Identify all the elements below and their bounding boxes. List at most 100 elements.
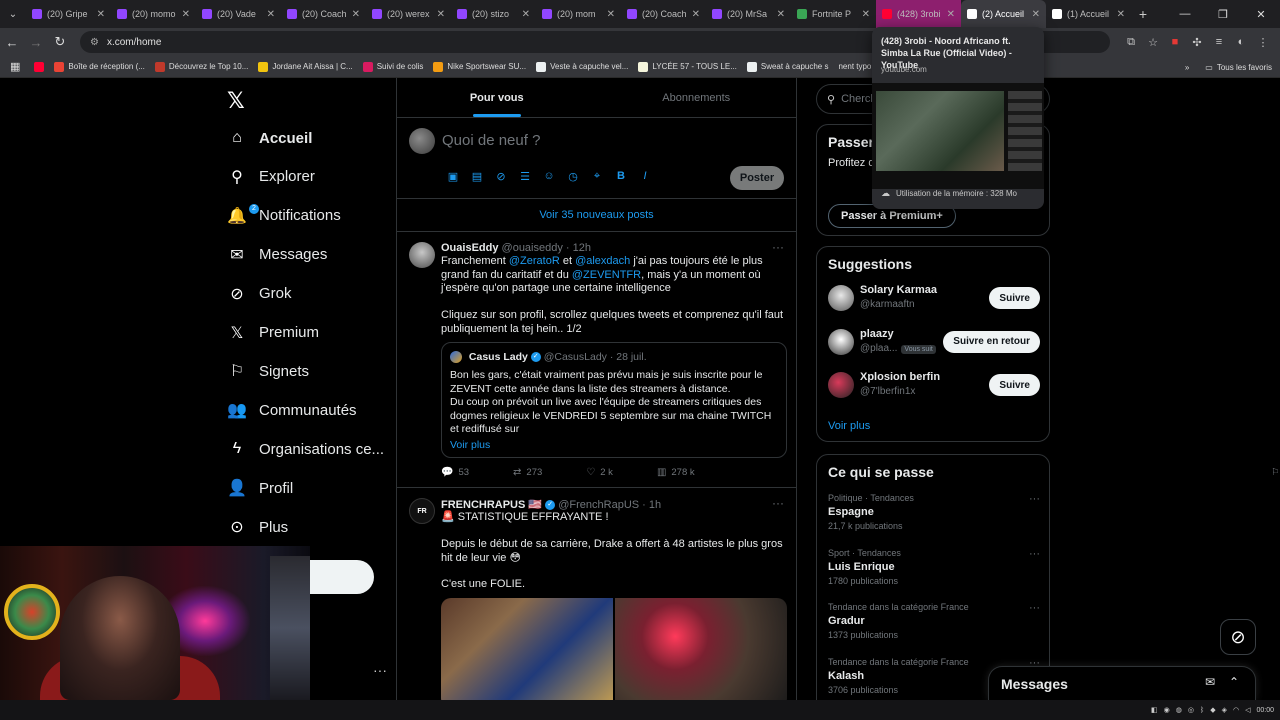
suggestion-avatar[interactable] bbox=[828, 372, 854, 398]
suggestion-avatar[interactable] bbox=[828, 328, 854, 355]
gif-icon[interactable]: ▤ bbox=[465, 170, 489, 183]
media-image-1[interactable] bbox=[441, 598, 615, 700]
views-button[interactable]: ▥ 278 k bbox=[657, 467, 695, 478]
suggestion-item[interactable]: plaazy @plaa... Vous suit Suivre en retour bbox=[828, 325, 1040, 361]
media-control-icon[interactable]: ≡ bbox=[1208, 36, 1230, 48]
close-window-icon[interactable]: ✕ bbox=[1242, 8, 1280, 21]
tweet-author-handle[interactable]: @FrenchRapUS bbox=[558, 499, 639, 511]
apps-grid-icon[interactable]: ▦ bbox=[10, 60, 20, 73]
x-logo-icon[interactable]: 𝕏 bbox=[227, 88, 245, 114]
composer-input[interactable]: Quoi de neuf ? bbox=[442, 132, 540, 149]
nav-item-home[interactable]: ⌂ Accueil bbox=[227, 123, 312, 153]
bookmark-item[interactable]: Découvrez le Top 10... bbox=[154, 61, 248, 72]
bookmark-item[interactable]: Nike Sportswear SU... bbox=[433, 61, 526, 72]
bookmark-item[interactable]: Sweat à capuche s bbox=[746, 61, 828, 72]
suggestion-item[interactable]: Xplosion berfin @7'lberfin1x Suivre bbox=[828, 368, 1040, 404]
trend-name[interactable]: Gradur bbox=[828, 615, 1040, 627]
tab-close-icon[interactable]: ✕ bbox=[352, 9, 360, 20]
nav-item-search[interactable]: ⚲ Explorer bbox=[227, 162, 315, 192]
forward-icon[interactable]: → bbox=[24, 35, 48, 50]
grok-compose-icon[interactable]: ⊘ bbox=[489, 170, 513, 183]
browser-tab[interactable]: (20) werex ✕ bbox=[366, 0, 451, 28]
tab-close-icon[interactable]: ✕ bbox=[692, 9, 700, 20]
minimize-icon[interactable]: — bbox=[1166, 8, 1204, 20]
taskbar-clock[interactable]: 00:00 bbox=[1256, 707, 1274, 714]
mention-link[interactable]: @ZeratoR bbox=[509, 255, 560, 267]
tab-search-icon[interactable]: ⌄ bbox=[0, 0, 26, 28]
bluetooth-icon[interactable]: ᛒ bbox=[1200, 707, 1204, 714]
suggestion-item[interactable]: Solary Karmaa @karmaaftn Suivre bbox=[828, 281, 1040, 317]
nav-item-envelope[interactable]: ✉ Messages bbox=[227, 240, 327, 270]
trend-more-icon[interactable]: ··· bbox=[1029, 548, 1040, 560]
follow-button[interactable]: Suivre en retour bbox=[943, 330, 1040, 353]
profile-avatar-icon[interactable]: ◐ bbox=[1230, 36, 1252, 48]
show-new-posts[interactable]: Voir 35 nouveaux posts bbox=[397, 198, 796, 232]
tweet-media[interactable] bbox=[441, 598, 787, 700]
poll-icon[interactable]: ☰ bbox=[513, 170, 537, 183]
tweet-card[interactable]: FR FRENCHRAPUS 🇺🇸 ✓ @FrenchRapUS · 1h ··… bbox=[397, 488, 796, 700]
browser-tab[interactable]: (20) Vade ✕ bbox=[196, 0, 281, 28]
expand-drawer-icon[interactable]: ⌃ bbox=[1229, 675, 1239, 689]
tweet-more-icon[interactable]: ··· bbox=[772, 240, 784, 254]
emoji-icon[interactable]: ☺ bbox=[537, 170, 561, 183]
browser-tab[interactable]: (20) Coach ✕ bbox=[281, 0, 366, 28]
media-image-2[interactable] bbox=[615, 598, 787, 700]
browser-tab[interactable]: (2) Accueil ✕ bbox=[961, 0, 1046, 28]
tweet-author-name[interactable]: FRENCHRAPUS bbox=[441, 499, 525, 511]
nav-item-profile[interactable]: 👤 Profil bbox=[227, 473, 293, 503]
account-more-icon[interactable]: ··· bbox=[373, 662, 387, 678]
quoted-tweet[interactable]: Casus Lady ✓ @CasusLady · 28 juil. Bon l… bbox=[441, 342, 787, 458]
nav-item-grok[interactable]: ⊘ Grok bbox=[227, 279, 291, 309]
volume-icon[interactable]: ◁ bbox=[1245, 706, 1250, 714]
tray-icon[interactable]: ◈ bbox=[1222, 706, 1227, 714]
tweet-author-name[interactable]: OuaisEddy bbox=[441, 242, 498, 254]
tray-icon[interactable]: ◆ bbox=[1210, 706, 1215, 714]
new-tab-button[interactable]: + bbox=[1131, 6, 1155, 22]
extension-red-icon[interactable]: ■ bbox=[1164, 36, 1186, 48]
browser-tab[interactable]: (20) stizo ✕ bbox=[451, 0, 536, 28]
repost-button[interactable]: ⇄ 273 bbox=[513, 467, 542, 478]
suggestion-name[interactable]: plaazy bbox=[860, 328, 894, 340]
tab-close-icon[interactable]: ✕ bbox=[862, 9, 870, 20]
browser-tab[interactable]: (20) Gripe ✕ bbox=[26, 0, 111, 28]
bookmark-item[interactable]: Veste à capuche vel... bbox=[536, 61, 628, 72]
bookmark-item[interactable]: Jordane Ait Aissa | C... bbox=[258, 61, 353, 72]
trend-item[interactable]: Tendance dans la catégorie France Gradur 1… bbox=[828, 602, 1040, 640]
nav-item-x-premium[interactable]: 𝕏 Premium bbox=[227, 318, 319, 348]
browser-tab[interactable]: (20) mom ✕ bbox=[536, 0, 621, 28]
trend-name[interactable]: Luis Enrique bbox=[828, 561, 1040, 573]
tab-close-icon[interactable]: ✕ bbox=[267, 9, 275, 20]
suggestion-name[interactable]: Solary Karmaa bbox=[860, 284, 937, 296]
composer-avatar[interactable] bbox=[409, 128, 435, 154]
tweet-avatar[interactable]: FR bbox=[409, 498, 435, 524]
star-icon[interactable]: ☆ bbox=[1142, 36, 1164, 49]
follow-button[interactable]: Suivre bbox=[989, 287, 1040, 309]
tray-icon[interactable]: ◎ bbox=[1188, 706, 1194, 714]
tab-close-icon[interactable]: ✕ bbox=[97, 9, 105, 20]
tab-close-icon[interactable]: ✕ bbox=[437, 9, 445, 20]
bookmark-youtube[interactable] bbox=[34, 61, 48, 72]
bookmark-item[interactable]: Suivi de colis bbox=[362, 61, 423, 72]
trend-more-icon[interactable]: ··· bbox=[1029, 602, 1040, 614]
tab-close-icon[interactable]: ✕ bbox=[1032, 9, 1040, 20]
nav-item-bookmark[interactable]: ⚐ Signets bbox=[227, 356, 309, 386]
tab-close-icon[interactable]: ✕ bbox=[947, 9, 955, 20]
bookmark-item[interactable]: LYCÉE 57 - TOUS LE... bbox=[638, 61, 737, 72]
grok-floating-button[interactable]: ⊘ bbox=[1220, 619, 1256, 655]
tweet-time[interactable]: · 12h bbox=[566, 242, 591, 254]
tweet-card[interactable]: OuaisEddy @ouaiseddy · 12h ··· Francheme… bbox=[397, 232, 1280, 488]
install-app-icon[interactable]: ⧉ bbox=[1120, 36, 1142, 49]
suggestion-name[interactable]: Xplosion berfin bbox=[860, 371, 940, 383]
like-button[interactable]: ♡ 2 k bbox=[586, 467, 613, 478]
suggestions-show-more[interactable]: Voir plus bbox=[828, 420, 870, 432]
italic-icon[interactable]: I bbox=[633, 170, 657, 183]
browser-tab[interactable]: (428) 3robi ✕ bbox=[876, 0, 961, 28]
bookmark-tweet-icon[interactable]: ⚐ bbox=[1271, 467, 1280, 478]
new-message-icon[interactable]: ✉ bbox=[1205, 675, 1215, 689]
poster-button[interactable]: Poster bbox=[730, 166, 784, 190]
tab-close-icon[interactable]: ✕ bbox=[1117, 9, 1125, 20]
quote-show-more[interactable]: Voir plus bbox=[450, 439, 490, 451]
wifi-icon[interactable]: ◠ bbox=[1233, 706, 1239, 714]
quote-author-name[interactable]: Casus Lady bbox=[469, 351, 528, 363]
mention-link[interactable]: @alexdach bbox=[575, 255, 630, 267]
